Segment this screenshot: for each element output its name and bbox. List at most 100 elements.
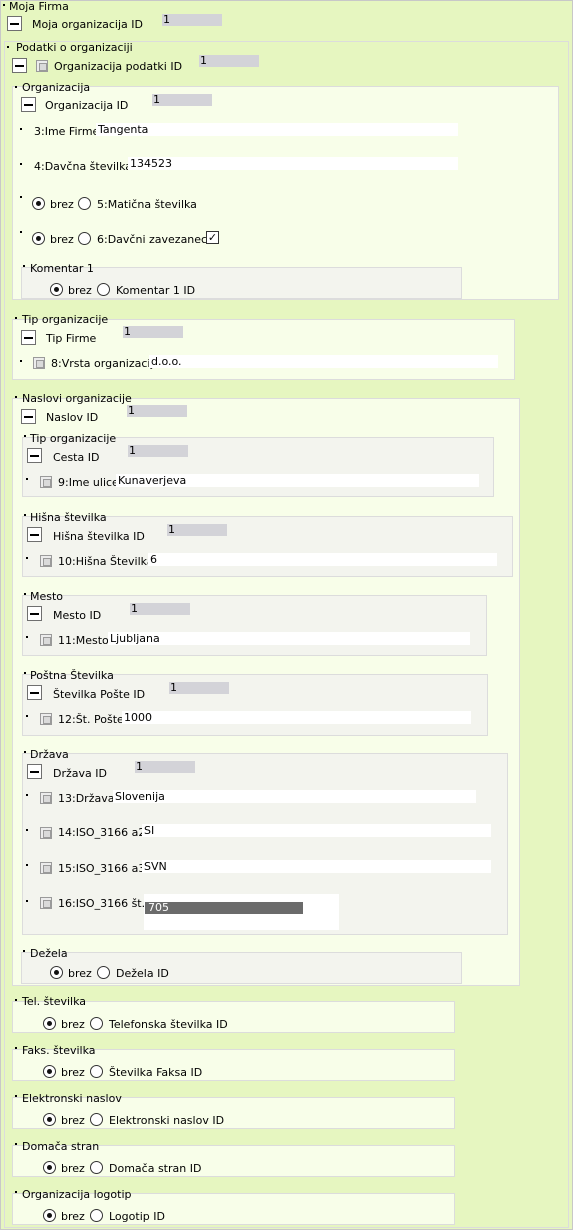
bullet [26,864,28,866]
dezela-label: Dežela ID [116,967,169,980]
bullet [15,1095,17,1097]
logo-label: Logotip ID [109,1210,165,1223]
root-id-value[interactable]: 1 [162,14,222,26]
postna-field-label: 12:Št. Pošte [58,713,124,726]
logo-title: Organizacija logotip [22,1188,132,1201]
dezela-brez-radio[interactable] [50,966,63,979]
mesto-id-value[interactable]: 1 [130,603,190,615]
faks-brez-radio[interactable] [43,1065,56,1078]
bullet [26,478,28,480]
dezela-radio[interactable] [97,966,110,979]
tip-id-value[interactable]: 1 [123,326,183,338]
bullet [26,557,28,559]
bullet [15,317,17,319]
ime-firme-field[interactable]: Tangenta [96,123,458,136]
tel-brez-radio[interactable] [43,1017,56,1030]
drzava-f14-field[interactable]: SI [142,824,491,837]
faks-radio[interactable] [90,1065,103,1078]
bullet [24,751,26,753]
tel-radio[interactable] [90,1017,103,1030]
bullet [26,715,28,717]
grid-icon [40,827,52,839]
doma-brez-radio[interactable] [43,1161,56,1174]
cesta-id-value[interactable]: 1 [128,445,188,457]
tip-title: Tip organizacije [22,313,109,326]
postna-panel [22,674,488,736]
bullet [15,396,17,398]
drzava-f15-field[interactable]: SVN [142,860,491,873]
drzava-id-value[interactable]: 1 [135,761,195,773]
postna-id-value[interactable]: 1 [169,682,229,694]
komentar-radio[interactable] [97,283,110,296]
collapse-button[interactable] [27,606,42,621]
postna-field[interactable]: 1000 [122,711,471,724]
email-radio[interactable] [90,1113,103,1126]
collapse-button[interactable] [21,330,36,345]
davcna-label: 4:Davčna številka [34,160,133,173]
collapse-button[interactable] [21,97,36,112]
maticna-label: 5:Matična številka [97,198,197,211]
drzava-id-label: Država ID [53,767,107,780]
naslovi-id-value[interactable]: 1 [127,405,187,417]
tip-panel [12,319,515,380]
podatki-id-value[interactable]: 1 [199,55,259,67]
naslovi-title: Naslovi organizacije [22,392,132,405]
bullet [15,86,17,88]
hisna-title: Hišna številka [30,511,107,524]
vrsta-field[interactable]: d.o.o. [149,355,498,368]
komentar-brez-label: brez [68,284,92,297]
zavezanec-checkbox[interactable]: ✓ [206,231,219,244]
collapse-button[interactable] [27,685,42,700]
mesto-field[interactable]: Ljubljana [108,632,470,645]
doma-radio[interactable] [90,1161,103,1174]
collapse-button[interactable] [27,448,42,463]
email-brez-radio[interactable] [43,1113,56,1126]
bullet [7,46,9,48]
hisna-id-value[interactable]: 1 [167,524,227,536]
tel-title: Tel. številka [22,995,87,1008]
komentar-brez-radio[interactable] [50,283,63,296]
zavezanec-brez-radio[interactable] [32,232,45,245]
grid-icon [36,60,48,72]
doma-title: Domača stran [22,1140,100,1153]
postna-title: Poštna Številka [30,669,114,682]
logo-brez-label: brez [61,1210,85,1223]
grid-icon [40,897,52,909]
tip-id-label: Tip Firme [46,332,97,345]
bullet [24,435,26,437]
cesta-title: Tip organizacije [30,432,117,445]
podatki-title: Podatki o organizaciji [16,41,133,54]
mesto-id-label: Mesto ID [53,609,102,622]
hisna-field[interactable]: 6 [148,553,497,566]
collapse-button[interactable] [7,16,22,31]
maticna-brez-radio[interactable] [32,197,45,210]
komentar-title: Komentar 1 [30,262,94,275]
drzava-f15-label: 15:ISO_3166 a3 [58,862,146,875]
bullet [23,265,25,267]
bullet [23,950,25,952]
maticna-radio[interactable] [78,197,91,210]
bullet [26,636,28,638]
zavezanec-radio[interactable] [78,232,91,245]
drzava-f16-field[interactable]: 705 [145,902,303,914]
collapse-button[interactable] [21,409,36,424]
grid-icon [33,357,45,369]
drzava-f13-field[interactable]: Slovenija [113,790,476,803]
email-brez-label: brez [61,1114,85,1127]
collapse-button[interactable] [27,527,42,542]
ime-firme-label: 3:Ime Firme [34,125,100,138]
drzava-f13-label: 13:Država [58,792,115,805]
mesto-field-label: 11:Mesto [58,634,109,647]
collapse-button[interactable] [27,764,42,779]
davcna-field[interactable]: 134523 [128,157,458,170]
cesta-field[interactable]: Kunaverjeva [116,474,479,487]
logo-brez-radio[interactable] [43,1209,56,1222]
maticna-brez-label: brez [50,198,74,211]
bullet [26,794,28,796]
collapse-button[interactable] [12,58,27,73]
logo-radio[interactable] [90,1209,103,1222]
zavezanec-label: 6:Davčni zavezanec [97,233,208,246]
organizacija-id-value[interactable]: 1 [152,94,212,106]
hisna-id-label: Hišna številka ID [53,530,145,543]
naslovi-id-label: Naslov ID [46,411,99,424]
